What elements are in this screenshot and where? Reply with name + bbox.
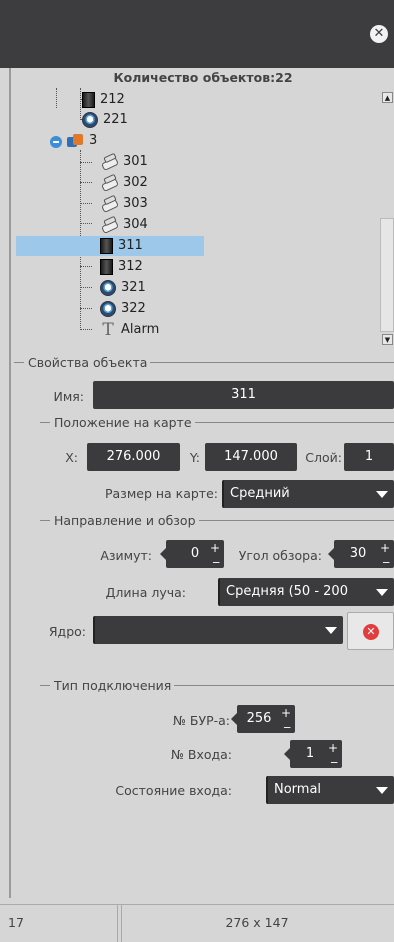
tree-item[interactable]: 312 [100,257,143,277]
decrement-icon[interactable]: ‒ [212,548,220,576]
x-field[interactable]: 276.000 [87,443,180,471]
tree-item[interactable]: 212 [82,90,125,110]
decrement-icon[interactable]: ‒ [330,748,338,776]
block-icon [100,258,113,275]
tree-item[interactable]: 322 [100,299,146,319]
tree-item-selected[interactable]: 311 [16,236,204,256]
status-bar: 17 276 x 147 [0,904,394,942]
pipe-icon [100,217,118,233]
map-size-select[interactable]: Средний [222,480,394,508]
scroll-thumb[interactable] [380,218,394,332]
object-tree[interactable]: 212 221 3 301 302 303 304 311 312 321 32… [16,88,394,350]
decrement-icon[interactable]: ‒ [283,713,291,741]
pipe-icon [100,175,118,191]
bur-label: № БУР-а: [172,713,230,728]
input-number-label: № Входа: [170,747,232,762]
decrement-icon[interactable]: ‒ [382,548,390,576]
camera-icon [100,279,116,296]
direction-legend: Направление и обзор [40,512,394,528]
object-count-title: Количество объектов:22 [113,70,293,85]
group-icon [66,133,84,149]
y-label: Y: [189,450,200,465]
x-label: X: [65,450,78,465]
chevron-down-icon [376,491,388,498]
beam-length-label: Длина луча: [105,585,186,600]
camera-icon [82,111,98,128]
scroll-up-arrow-icon[interactable]: ▲ [382,92,393,103]
connection-legend: Тип подключения [40,677,394,693]
map-size-label: Размер на карте: [104,486,218,501]
tree-item[interactable]: 3 [66,131,97,151]
status-coordinates: 276 x 147 [225,915,289,930]
input-number-stepper[interactable]: 1 + ‒ [284,740,342,769]
y-field[interactable]: 147.000 [205,443,297,471]
panel-border [9,68,11,898]
input-state-label: Состояние входа: [115,783,232,798]
close-icon[interactable]: ✕ [370,25,388,43]
status-left: 17 [0,905,118,942]
layer-label: Слой: [305,450,342,465]
panel-header: ✕ [0,0,394,68]
chevron-down-icon [325,627,337,634]
clear-icon: ✕ [363,624,379,640]
position-legend: Положение на карте [40,414,394,430]
tree-item[interactable]: T Alarm [100,320,159,340]
tree-item[interactable]: 304 [100,215,148,235]
pipe-icon [100,154,118,170]
tree-scrollbar[interactable]: ▲ ▼ [380,88,394,350]
core-label: Ядро: [48,624,86,639]
clear-core-button[interactable]: ✕ [347,612,394,650]
tree-item[interactable]: 321 [100,278,146,298]
camera-icon [100,300,116,317]
layer-field[interactable]: 1 [344,443,394,471]
object-properties-legend: Свойства объекта [14,354,394,370]
view-angle-label: Угол обзора: [238,548,322,563]
tree-item[interactable]: 221 [82,110,128,130]
name-field[interactable]: 311 [93,381,394,409]
view-angle-stepper[interactable]: 30 + ‒ [328,540,394,569]
core-select[interactable] [93,616,343,644]
beam-length-select[interactable]: Средняя (50 - 200 [218,578,394,606]
block-icon [100,237,113,254]
azimuth-stepper[interactable]: 0 + ‒ [160,540,224,569]
chevron-down-icon [376,589,388,596]
pipe-icon [100,196,118,212]
collapse-icon[interactable] [50,136,62,148]
azimuth-label: Азимут: [100,548,152,563]
bur-stepper[interactable]: 256 + ‒ [231,705,295,734]
tree-item[interactable]: 302 [100,173,148,193]
tree-item[interactable]: 301 [100,152,148,172]
chevron-down-icon [376,787,388,794]
name-label: Имя: [53,389,84,404]
scroll-down-arrow-icon[interactable]: ▼ [382,334,393,345]
tree-item[interactable]: 303 [100,194,148,214]
block-icon [82,91,95,108]
input-state-select[interactable]: Normal [266,776,394,804]
text-icon: T [102,319,114,340]
